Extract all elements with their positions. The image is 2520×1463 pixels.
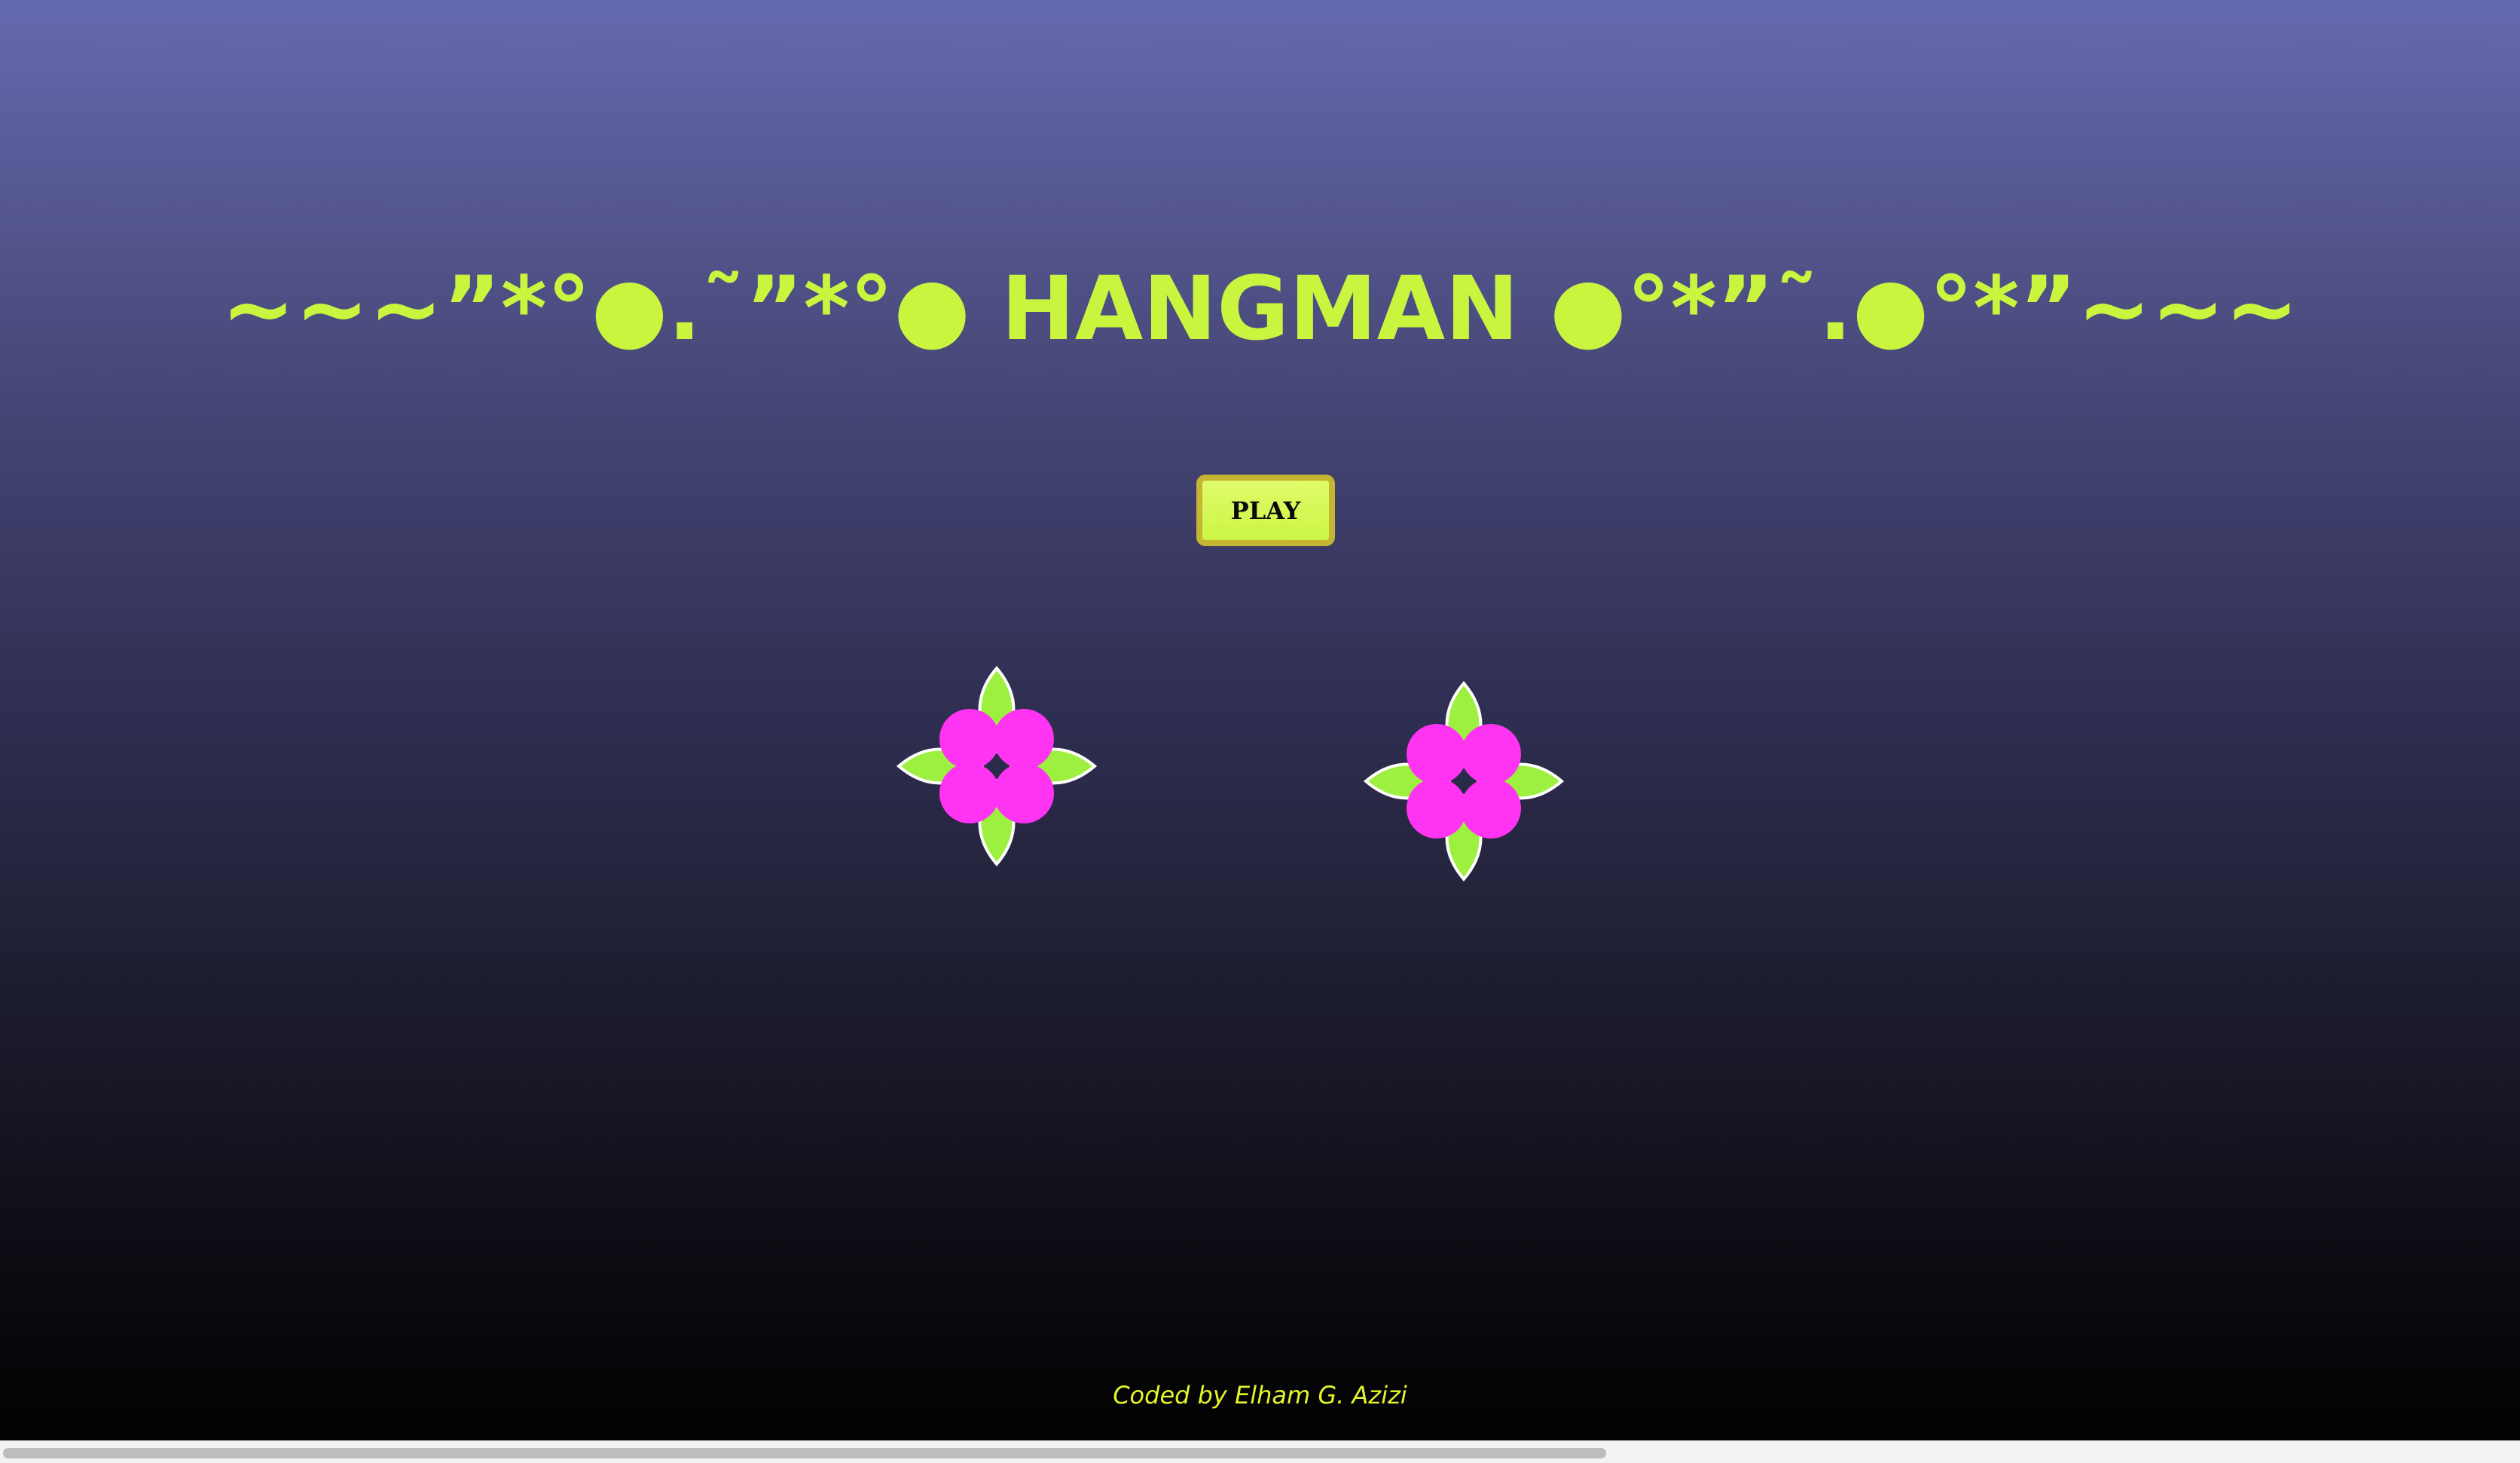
flower-right-icon <box>1358 676 1569 887</box>
flower-left-icon <box>891 661 1102 872</box>
footer-credit: Coded by Elham G. Azizi <box>1113 1381 1407 1410</box>
scrollbar-thumb[interactable] <box>3 1448 1606 1458</box>
horizontal-scrollbar[interactable] <box>0 1440 2520 1463</box>
play-button[interactable]: PLAY <box>1196 475 1335 546</box>
page-title: ~~~”*°●.˜”*°● HANGMAN ●°*”˜.●°*”~~~ <box>221 257 2299 360</box>
